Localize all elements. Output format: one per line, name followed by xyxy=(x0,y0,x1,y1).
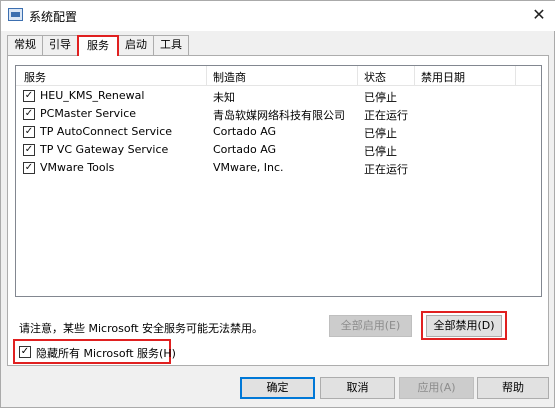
services-list-header: 服务 制造商 状态 禁用日期 xyxy=(16,66,541,86)
service-checkbox[interactable]: ✓ xyxy=(23,162,35,174)
column-header-service[interactable]: 服务 xyxy=(24,69,46,85)
service-row[interactable]: ✓ PCMaster Service 青岛软媒网络科技有限公司 正在运行 xyxy=(16,105,541,123)
service-status: 已停止 xyxy=(364,91,397,104)
services-list[interactable]: 服务 制造商 状态 禁用日期 ✓ HEU_KMS_Renewal 未知 已停止 … xyxy=(15,65,542,297)
column-header-disable-date[interactable]: 禁用日期 xyxy=(421,69,465,85)
msconfig-app-icon xyxy=(8,8,23,21)
service-name: VMware Tools xyxy=(40,161,115,174)
tab-strip: 常规 引导 服务 启动 工具 xyxy=(7,35,189,56)
service-row[interactable]: ✓ VMware Tools VMware, Inc. 正在运行 xyxy=(16,159,541,177)
service-name: PCMaster Service xyxy=(40,107,137,120)
apply-button[interactable]: 应用(A) xyxy=(399,377,474,399)
help-button[interactable]: 帮助 xyxy=(477,377,549,399)
service-manufacturer: Cortado AG xyxy=(213,125,277,138)
column-divider[interactable] xyxy=(515,66,516,86)
service-status: 已停止 xyxy=(364,127,397,140)
enable-all-button[interactable]: 全部启用(E) xyxy=(329,315,412,337)
service-name: TP AutoConnect Service xyxy=(40,125,173,138)
ok-button[interactable]: 确定 xyxy=(240,377,315,399)
disable-all-button[interactable]: 全部禁用(D) xyxy=(426,315,502,337)
hide-microsoft-services-label: 隐藏所有 Microsoft 服务(H) xyxy=(36,347,176,360)
cancel-button[interactable]: 取消 xyxy=(320,377,395,399)
system-configuration-window: 系统配置 ✕ 常规 引导 服务 启动 工具 服务 制造商 状态 禁用日期 ✓ H… xyxy=(0,0,555,408)
column-header-manufacturer[interactable]: 制造商 xyxy=(213,69,246,85)
service-manufacturer: 未知 xyxy=(213,91,235,104)
service-manufacturer: 青岛软媒网络科技有限公司 xyxy=(213,109,345,122)
service-row[interactable]: ✓ HEU_KMS_Renewal 未知 已停止 xyxy=(16,87,541,105)
service-status: 正在运行 xyxy=(364,109,408,122)
hide-microsoft-services-checkbox[interactable]: ✓ xyxy=(19,346,31,358)
service-status: 正在运行 xyxy=(364,163,408,176)
close-icon[interactable]: ✕ xyxy=(528,5,550,25)
service-checkbox[interactable]: ✓ xyxy=(23,90,35,102)
service-checkbox[interactable]: ✓ xyxy=(23,108,35,120)
service-row[interactable]: ✓ TP VC Gateway Service Cortado AG 已停止 xyxy=(16,141,541,159)
microsoft-services-note: 请注意，某些 Microsoft 安全服务可能无法禁用。 xyxy=(19,322,264,335)
service-name: TP VC Gateway Service xyxy=(40,143,169,156)
column-header-status[interactable]: 状态 xyxy=(364,69,386,85)
tab-tools[interactable]: 工具 xyxy=(153,35,189,55)
column-divider[interactable] xyxy=(206,66,207,86)
service-row[interactable]: ✓ TP AutoConnect Service Cortado AG 已停止 xyxy=(16,123,541,141)
service-manufacturer: VMware, Inc. xyxy=(213,161,284,174)
service-name: HEU_KMS_Renewal xyxy=(40,89,145,102)
service-checkbox[interactable]: ✓ xyxy=(23,126,35,138)
column-divider[interactable] xyxy=(414,66,415,86)
service-status: 已停止 xyxy=(364,145,397,158)
title-bar: 系统配置 ✕ xyxy=(1,1,555,31)
tab-boot[interactable]: 引导 xyxy=(42,35,78,55)
tab-startup[interactable]: 启动 xyxy=(118,35,154,55)
tab-services[interactable]: 服务 xyxy=(77,35,119,56)
window-title: 系统配置 xyxy=(29,10,78,24)
tab-general[interactable]: 常规 xyxy=(7,35,43,55)
service-manufacturer: Cortado AG xyxy=(213,143,277,156)
column-divider[interactable] xyxy=(357,66,358,86)
service-checkbox[interactable]: ✓ xyxy=(23,144,35,156)
